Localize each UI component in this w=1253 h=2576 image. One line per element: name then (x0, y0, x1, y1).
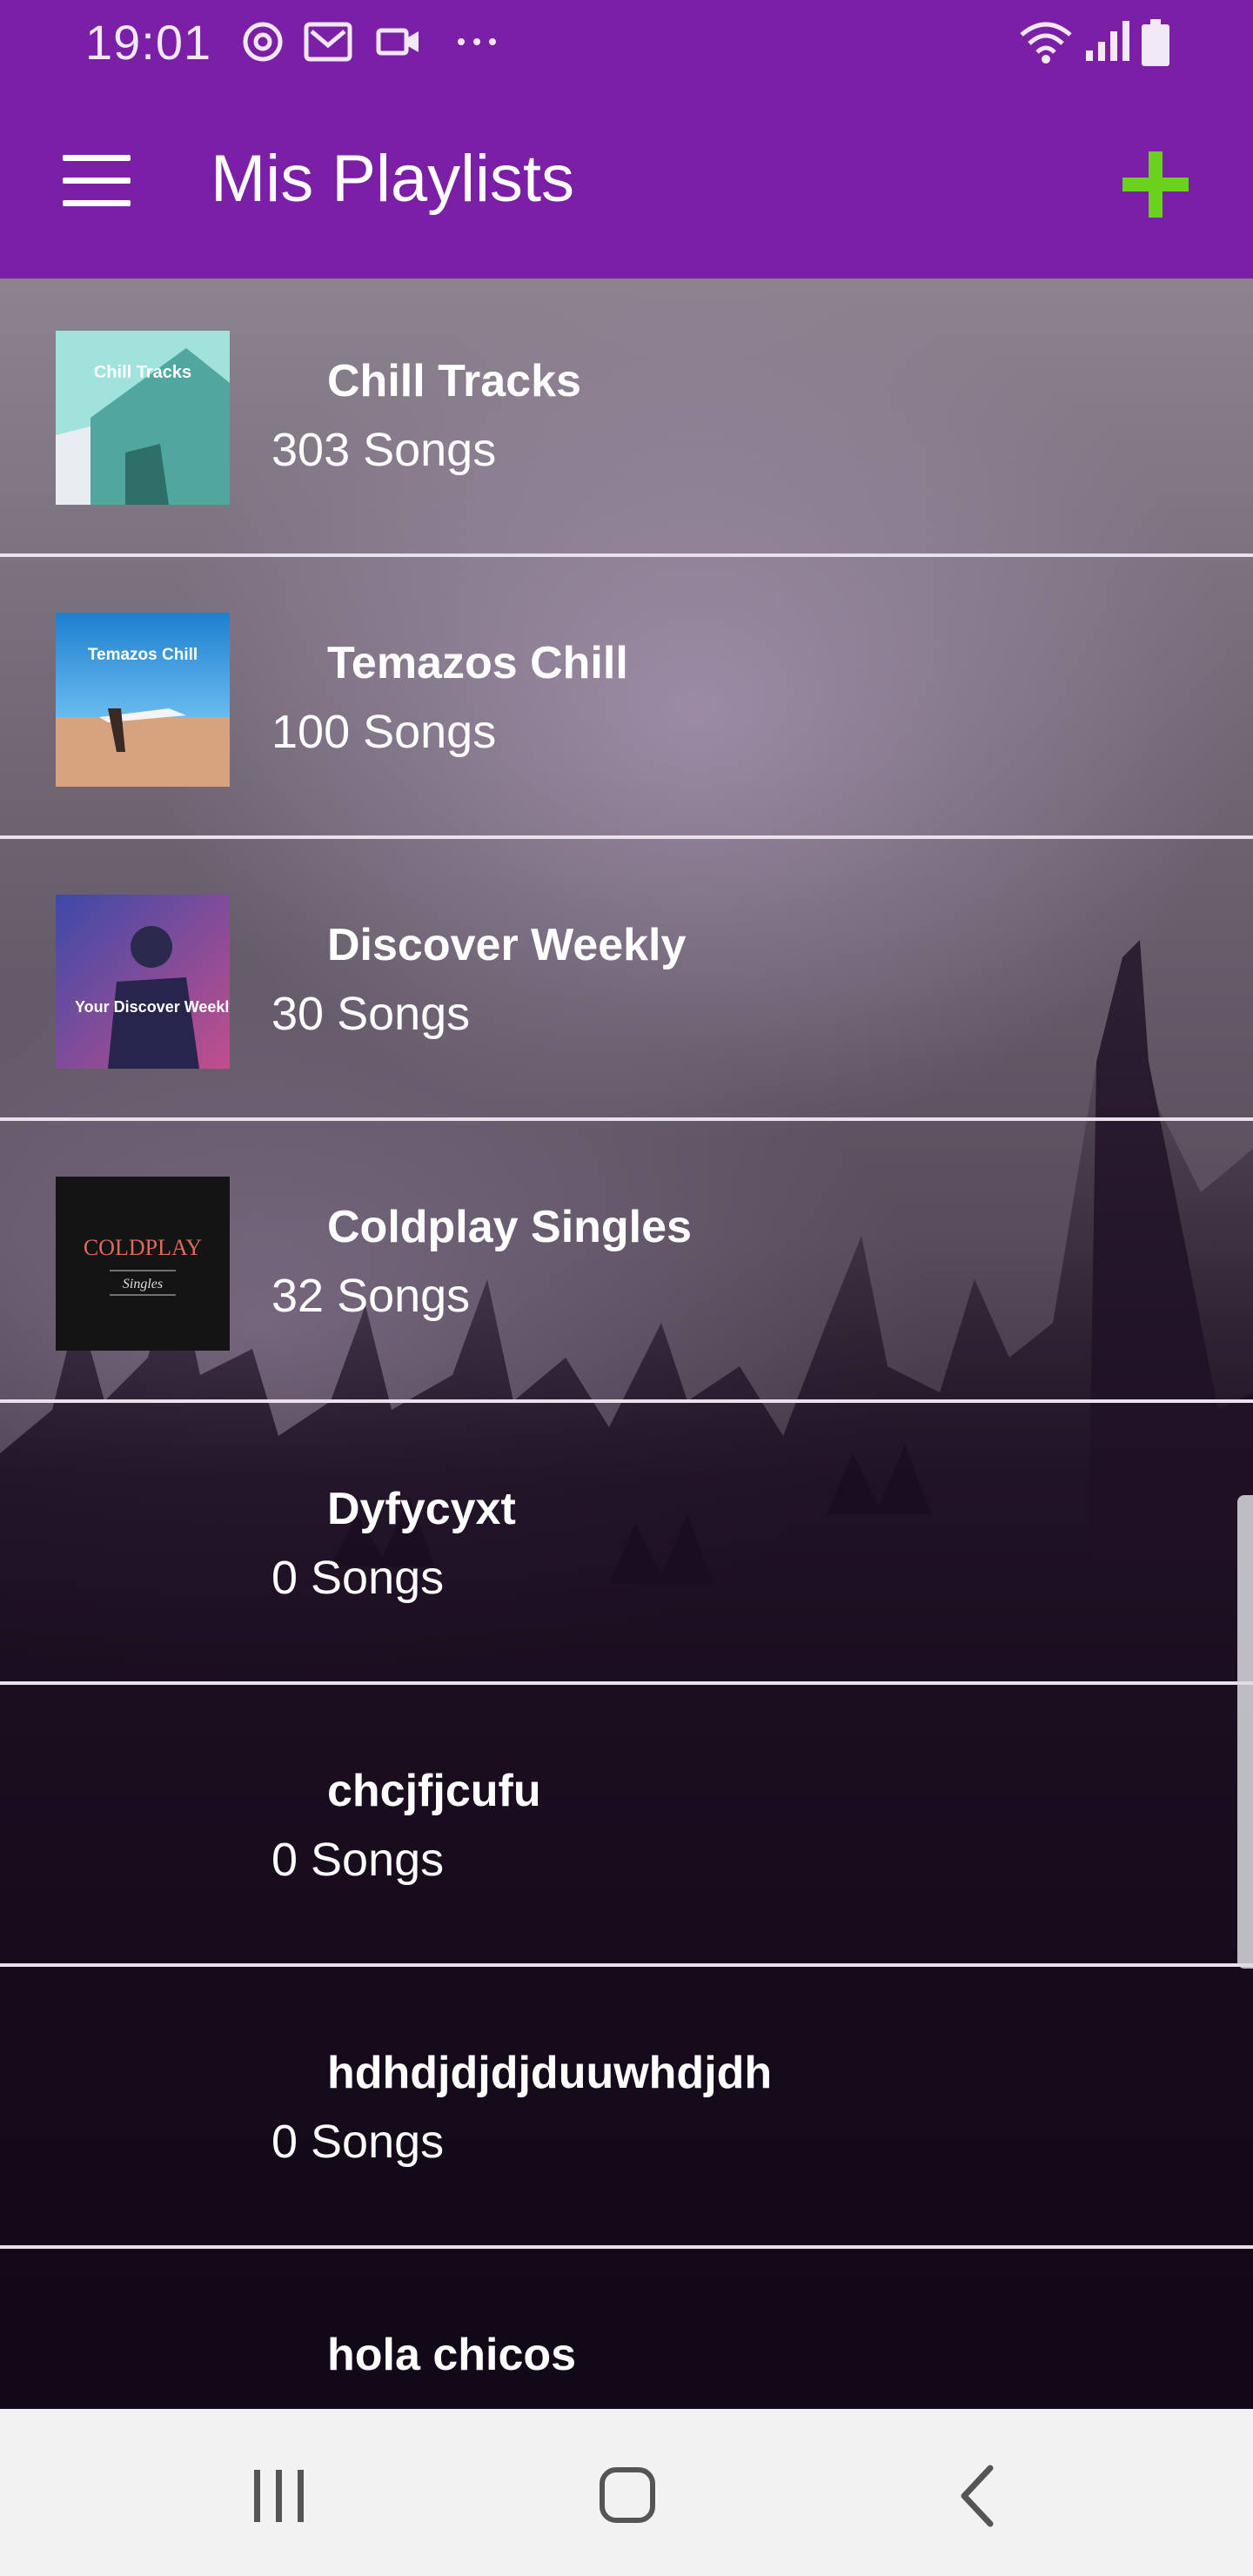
status-bar: 19:01 (0, 0, 1253, 84)
home-icon[interactable] (588, 2461, 667, 2531)
battery-icon (1142, 19, 1169, 66)
song-count: 30 Songs (271, 988, 471, 1040)
cover-text: Chill Tracks (94, 363, 191, 382)
cover-text: COLDPLAY (84, 1235, 203, 1260)
video-icon (376, 28, 419, 56)
song-count: 303 Songs (271, 424, 497, 476)
playlist-name: hdhdjdjdjduuwhdjdh (327, 2048, 773, 2098)
playlist-row[interactable]: Chill Tracks Chill Tracks 303 Songs (0, 278, 1253, 557)
playlist-row[interactable]: hdhdjdjdjduuwhdjdh 0 Songs (0, 1970, 1253, 2249)
playlist-name: Chill Tracks (327, 356, 581, 406)
mail-icon (304, 22, 352, 62)
playlist-name: Dyfycyxt (327, 1484, 516, 1534)
playlist-name: Discover Weekly (327, 920, 687, 970)
page-title: Mis Playlists (211, 142, 575, 216)
playlist-name: hola chicos (327, 2330, 577, 2380)
signal-icon (1086, 21, 1129, 61)
playlist-name: Temazos Chill (327, 638, 628, 688)
playlist-row[interactable]: Your Discover Weekly Discover Weekly 30 … (0, 842, 1253, 1121)
playlist-row[interactable]: chcjfjcufu 0 Songs (0, 1688, 1253, 1967)
song-count: 0 Songs (271, 1834, 445, 1886)
playlist-cover: Chill Tracks (56, 331, 230, 505)
song-count: 32 Songs (271, 1270, 471, 1322)
cover-text: Your Discover Weekly (75, 998, 230, 1016)
playlist-row[interactable]: Temazos Chill Temazos Chill 100 Songs (0, 560, 1253, 839)
playlist-cover: COLDPLAY Singles (56, 1177, 230, 1351)
playlist-list[interactable]: Chill Tracks Chill Tracks 303 Songs Tema… (0, 278, 1253, 2409)
scrollbar[interactable] (1237, 1495, 1253, 1969)
sync-icon (243, 22, 283, 62)
add-playlist-button[interactable] (1122, 151, 1189, 218)
cover-subtext: Singles (123, 1277, 163, 1291)
playlist-row[interactable]: Dyfycyxt 0 Songs (0, 1406, 1253, 1685)
playlist-cover: Your Discover Weekly (56, 895, 230, 1069)
app-bar: Mis Playlists (0, 84, 1253, 278)
song-count: 0 Songs (271, 1552, 445, 1604)
playlist-cover: Temazos Chill (56, 613, 230, 787)
back-icon[interactable] (940, 2461, 1018, 2531)
song-count: 0 Songs (271, 2116, 445, 2168)
playlist-name: Coldplay Singles (327, 1202, 692, 1252)
status-time: 19:01 (85, 15, 212, 70)
playlist-row[interactable]: hola chicos (0, 2252, 1253, 2409)
more-dots-icon (458, 38, 496, 45)
playlist-row[interactable]: COLDPLAY Singles Coldplay Singles 32 Son… (0, 1124, 1253, 1403)
system-nav-bar (0, 2409, 1253, 2576)
cover-text: Temazos Chill (88, 646, 198, 664)
song-count: 100 Songs (271, 706, 497, 758)
hamburger-menu-icon[interactable] (63, 155, 132, 207)
recent-apps-icon[interactable] (240, 2461, 318, 2531)
playlist-name: chcjfjcufu (327, 1766, 541, 1816)
wifi-icon (1020, 22, 1072, 64)
